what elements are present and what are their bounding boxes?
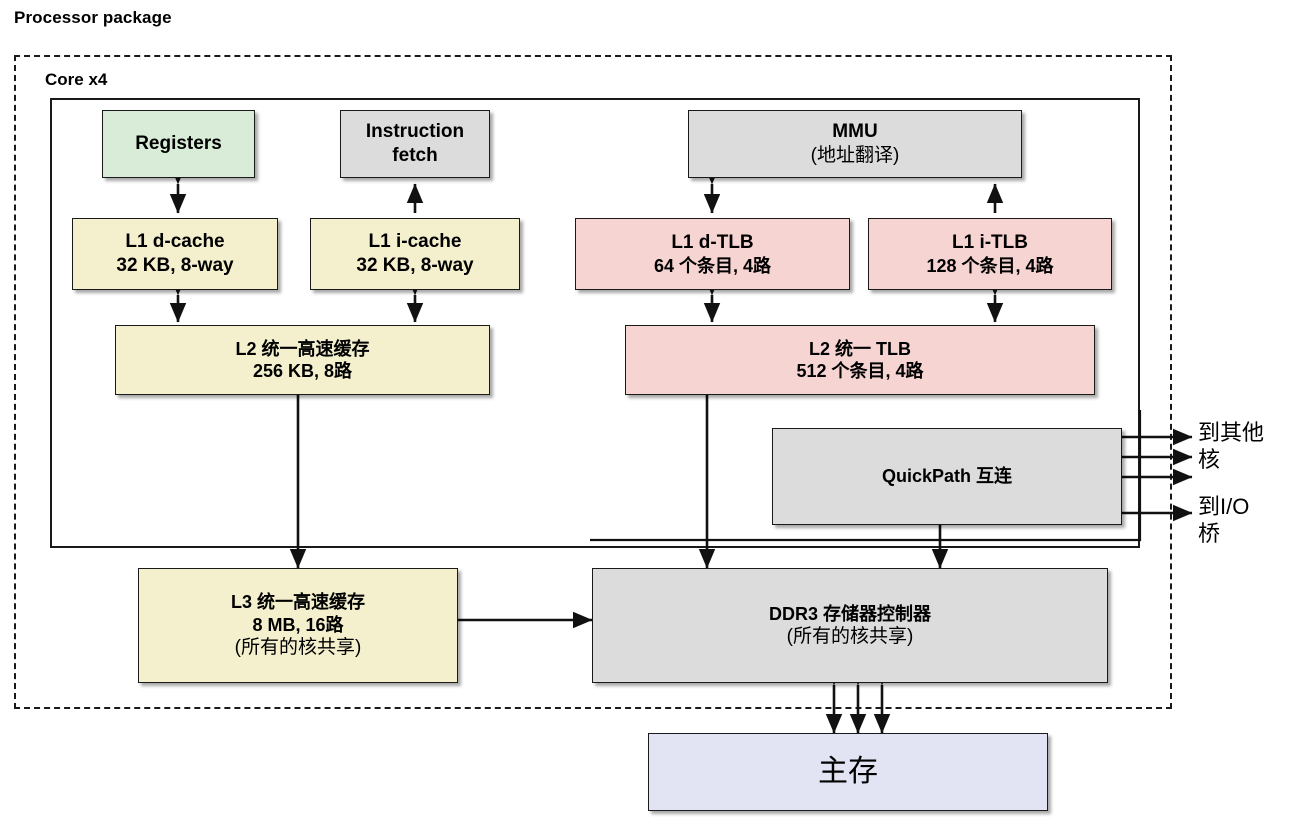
l3-cache-line3: (所有的核共享) [234, 637, 362, 659]
l1-itlb-line1: L1 i-TLB [952, 232, 1028, 254]
instruction-fetch-box[interactable]: Instruction fetch [340, 110, 490, 178]
l2-cache-box[interactable]: L2 统一高速缓存 256 KB, 8路 [115, 325, 490, 395]
l3-cache-line1: L3 统一高速缓存 [230, 592, 365, 613]
main-memory-label: 主存 [818, 755, 878, 789]
ddr3-line2: (所有的核共享) [786, 625, 914, 647]
l1-dcache-line1: L1 d-cache [125, 231, 225, 253]
l1-icache-box[interactable]: L1 i-cache 32 KB, 8-way [310, 218, 520, 290]
to-other-cores-label: 到其他 核 [1198, 420, 1265, 472]
quickpath-label: QuickPath 互连 [881, 466, 1013, 487]
instruction-fetch-line1: Instruction [365, 121, 465, 143]
l1-dtlb-line1: L1 d-TLB [671, 232, 754, 254]
l3-cache-line2: 8 MB, 16路 [252, 614, 344, 635]
to-io-bridge-label: 到I/O 桥 [1198, 494, 1250, 546]
mmu-line1: MMU [832, 121, 878, 143]
instruction-fetch-line2: fetch [392, 145, 438, 166]
l2-tlb-line1: L2 统一 TLB [809, 338, 911, 359]
l2-tlb-box[interactable]: L2 统一 TLB 512 个条目, 4路 [625, 325, 1095, 395]
l2-cache-line2: 256 KB, 8路 [252, 361, 353, 381]
l1-itlb-line2: 128 个条目, 4路 [926, 255, 1054, 276]
core-label: Core x4 [45, 70, 108, 89]
quickpath-box[interactable]: QuickPath 互连 [772, 428, 1122, 525]
l3-cache-box[interactable]: L3 统一高速缓存 8 MB, 16路 (所有的核共享) [138, 568, 458, 683]
ddr3-controller-box[interactable]: DDR3 存储器控制器 (所有的核共享) [592, 568, 1108, 683]
l1-dcache-line2: 32 KB, 8-way [116, 255, 234, 276]
diagram-canvas: Processor package Core x4 Registers Inst… [0, 0, 1300, 828]
l2-tlb-line2: 512 个条目, 4路 [796, 361, 924, 381]
l1-itlb-box[interactable]: L1 i-TLB 128 个条目, 4路 [868, 218, 1112, 290]
registers-label: Registers [135, 133, 222, 155]
l2-cache-line1: L2 统一高速缓存 [235, 338, 370, 359]
l1-icache-line2: 32 KB, 8-way [356, 255, 474, 276]
processor-package-label: Processor package [14, 8, 172, 27]
l1-dtlb-box[interactable]: L1 d-TLB 64 个条目, 4路 [575, 218, 850, 290]
l1-icache-line1: L1 i-cache [368, 231, 462, 253]
l1-dtlb-line2: 64 个条目, 4路 [653, 255, 772, 276]
mmu-line2: (地址翻译) [810, 145, 900, 166]
l1-dcache-box[interactable]: L1 d-cache 32 KB, 8-way [72, 218, 278, 290]
registers-box[interactable]: Registers [102, 110, 255, 178]
main-memory-box[interactable]: 主存 [648, 733, 1048, 811]
ddr3-line1: DDR3 存储器控制器 [768, 603, 931, 624]
mmu-box[interactable]: MMU (地址翻译) [688, 110, 1022, 178]
